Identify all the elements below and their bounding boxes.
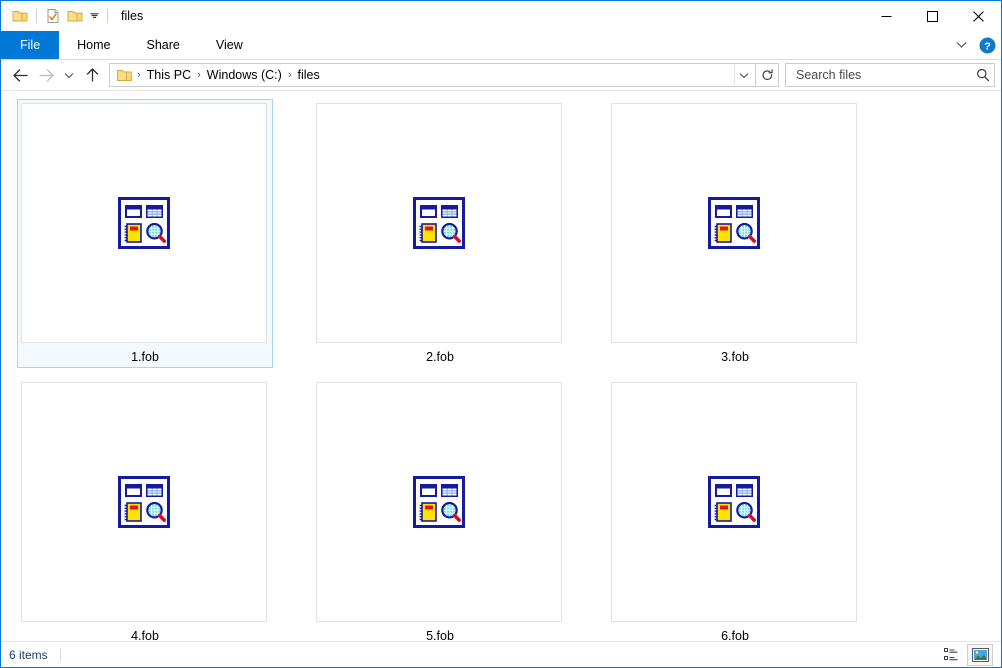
file-tile-3.fob[interactable]: 3.fob <box>607 99 863 368</box>
breadcrumb-item-this-pc[interactable]: This PC <box>144 68 194 82</box>
back-button[interactable] <box>7 62 33 88</box>
up-button[interactable] <box>79 62 105 88</box>
tab-share[interactable]: Share <box>129 31 198 59</box>
breadcrumb-separator-2: › <box>287 69 292 81</box>
recent-locations-button[interactable] <box>59 62 79 88</box>
help-icon[interactable]: ? <box>977 35 997 55</box>
breadcrumb-item-files[interactable]: files <box>294 68 322 82</box>
file-tile-5.fob[interactable]: 5.fob <box>312 378 568 642</box>
folder-icon[interactable] <box>9 5 31 27</box>
fob-file-icon <box>708 197 760 249</box>
quick-access-toolbar: files <box>1 5 143 27</box>
properties-icon[interactable] <box>42 5 64 27</box>
fob-file-icon <box>708 476 760 528</box>
breadcrumb-separator-1: › <box>197 69 201 81</box>
toolbar-divider-2 <box>107 9 108 23</box>
new-folder-icon[interactable] <box>64 5 86 27</box>
file-name-label: 3.fob <box>721 350 749 364</box>
toolbar-divider <box>36 9 37 23</box>
search-input[interactable] <box>794 67 976 83</box>
chevron-down-icon[interactable] <box>951 35 971 55</box>
breadcrumb-dropdown-icon[interactable] <box>734 65 753 85</box>
fob-file-icon <box>118 197 170 249</box>
forward-button[interactable] <box>33 62 59 88</box>
view-mode-buttons <box>939 643 993 666</box>
svg-text:?: ? <box>984 40 990 52</box>
window-controls <box>863 1 1001 31</box>
close-button[interactable] <box>955 1 1001 31</box>
fob-file-icon <box>118 476 170 528</box>
window-title: files <box>121 9 144 23</box>
breadcrumb-folder-icon <box>115 69 134 82</box>
search-icon[interactable] <box>976 68 990 82</box>
title-bar: files <box>1 1 1001 31</box>
file-thumbnail <box>611 103 857 343</box>
file-thumbnail <box>316 103 562 343</box>
minimize-button[interactable] <box>863 1 909 31</box>
address-bar: › This PC › Windows (C:) › files <box>1 60 1001 90</box>
breadcrumb-item-windows-c[interactable]: Windows (C:) <box>204 68 285 82</box>
file-explorer-window: files File Home Share View ? › This PC ›… <box>0 0 1002 668</box>
file-tile-2.fob[interactable]: 2.fob <box>312 99 568 368</box>
file-tile-4.fob[interactable]: 4.fob <box>17 378 273 642</box>
breadcrumb[interactable]: › This PC › Windows (C:) › files <box>109 63 756 87</box>
large-icons-view-button[interactable] <box>967 643 993 666</box>
file-name-label: 2.fob <box>426 350 454 364</box>
tab-file[interactable]: File <box>1 31 60 59</box>
fob-file-icon <box>413 197 465 249</box>
status-divider <box>59 647 61 662</box>
status-bar: 6 items <box>1 641 1001 667</box>
file-grid: 1.fob 2.fob 3.fob 4.fob 5.fob 6.fob <box>7 99 995 642</box>
file-thumbnail <box>611 382 857 622</box>
file-thumbnail <box>21 382 267 622</box>
file-tile-6.fob[interactable]: 6.fob <box>607 378 863 642</box>
item-count-label: 6 items <box>9 647 48 662</box>
tab-home[interactable]: Home <box>59 31 128 59</box>
breadcrumb-separator-0: › <box>137 69 141 81</box>
details-view-button[interactable] <box>939 644 965 666</box>
refresh-button[interactable] <box>756 63 779 87</box>
quick-access-dropdown-icon[interactable] <box>86 5 102 27</box>
maximize-button[interactable] <box>909 1 955 31</box>
file-name-label: 1.fob <box>131 350 159 364</box>
tab-view[interactable]: View <box>198 31 261 59</box>
ribbon-tab-bar: File Home Share View ? <box>1 31 1001 60</box>
file-list-area[interactable]: 1.fob 2.fob 3.fob 4.fob 5.fob 6.fob <box>1 90 1001 642</box>
ribbon-right-controls: ? <box>951 31 997 59</box>
search-box[interactable] <box>785 63 995 87</box>
fob-file-icon <box>413 476 465 528</box>
file-thumbnail <box>21 103 267 343</box>
file-thumbnail <box>316 382 562 622</box>
file-tile-1.fob[interactable]: 1.fob <box>17 99 273 368</box>
